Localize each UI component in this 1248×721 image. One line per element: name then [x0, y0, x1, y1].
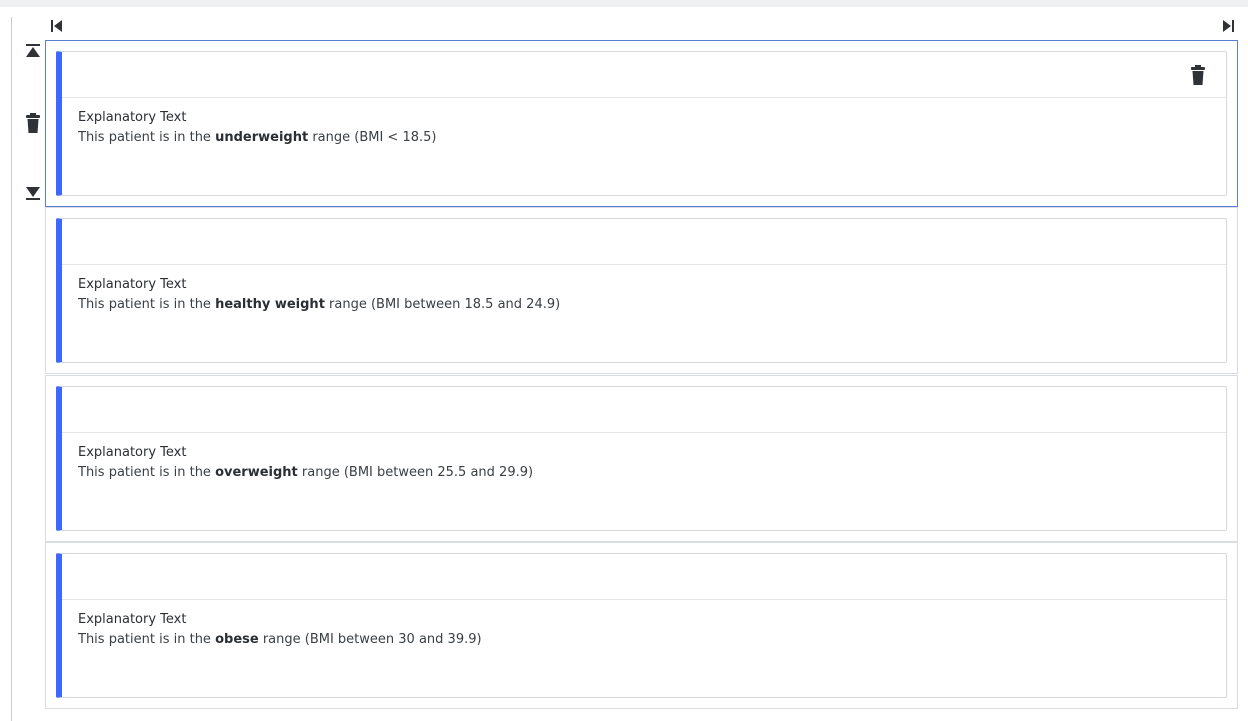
card-label: Explanatory Text	[78, 445, 187, 460]
card-emphasis: underweight	[215, 130, 309, 145]
move-to-bottom-icon[interactable]	[25, 186, 41, 200]
explanatory-card: Explanatory Text This patient is in the …	[56, 386, 1227, 531]
card-header	[62, 554, 1226, 600]
explanatory-card: Explanatory Text This patient is in the …	[56, 553, 1227, 698]
card-text: This patient is in the obese range (BMI …	[78, 632, 482, 647]
entry-overweight[interactable]: Explanatory Text This patient is in the …	[45, 375, 1238, 542]
trash-icon[interactable]	[25, 113, 41, 133]
card-header	[62, 219, 1226, 265]
entry-obese[interactable]: Explanatory Text This patient is in the …	[45, 542, 1238, 709]
card-emphasis: obese	[215, 632, 259, 647]
move-to-top-icon[interactable]	[25, 44, 41, 58]
card-label: Explanatory Text	[78, 612, 187, 627]
explanatory-card: Explanatory Text This patient is in the …	[56, 218, 1227, 363]
card-label: Explanatory Text	[78, 277, 187, 292]
card-emphasis: healthy weight	[215, 297, 325, 312]
card-text: This patient is in the healthy weight ra…	[78, 297, 561, 312]
card-emphasis: overweight	[215, 465, 298, 480]
card-label: Explanatory Text	[78, 110, 187, 125]
left-divider	[11, 17, 12, 721]
explanatory-card: Explanatory Text This patient is in the …	[56, 51, 1227, 196]
entry-underweight[interactable]: Explanatory Text This patient is in the …	[45, 40, 1238, 207]
card-text: This patient is in the underweight range…	[78, 130, 437, 145]
card-text: This patient is in the overweight range …	[78, 465, 534, 480]
top-strip	[0, 0, 1248, 7]
trash-icon[interactable]	[1190, 65, 1206, 85]
card-header	[62, 52, 1226, 98]
skip-to-start-icon[interactable]	[50, 19, 64, 33]
card-header	[62, 387, 1226, 433]
skip-to-end-icon[interactable]	[1221, 19, 1235, 33]
entry-healthy-weight[interactable]: Explanatory Text This patient is in the …	[45, 207, 1238, 374]
